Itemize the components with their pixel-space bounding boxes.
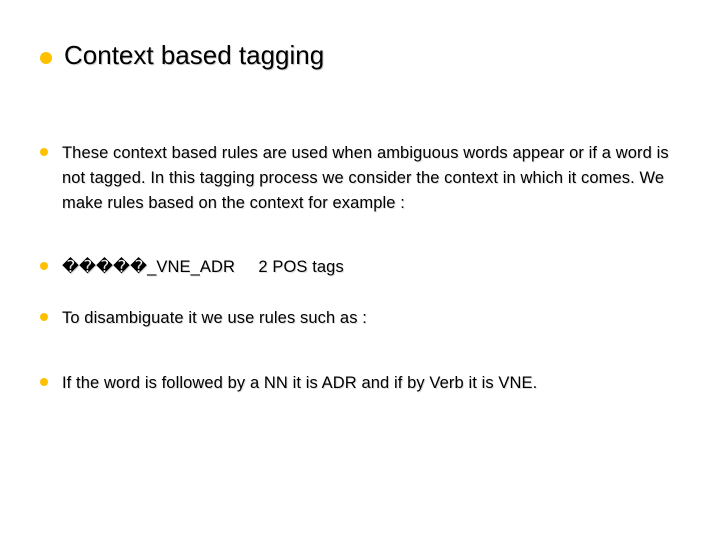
body-bullet-2: To disambiguate it we use rules such as … bbox=[40, 306, 680, 331]
slide: Context based tagging These context base… bbox=[0, 0, 720, 540]
body-text: These context based rules are used when … bbox=[62, 141, 680, 215]
bullet-dot-icon bbox=[40, 52, 52, 64]
bullet-dot-icon bbox=[40, 148, 48, 156]
bullet-dot-icon bbox=[40, 313, 48, 321]
bullet-dot-icon bbox=[40, 378, 48, 386]
body-bullet-1: �����_VNE_ADR 2 POS tags bbox=[40, 255, 680, 280]
slide-title: Context based tagging bbox=[64, 40, 324, 71]
title-row: Context based tagging bbox=[40, 40, 680, 71]
body-bullet-3: If the word is followed by a NN it is AD… bbox=[40, 371, 680, 396]
body-bullet-0: These context based rules are used when … bbox=[40, 141, 680, 215]
bullet-dot-icon bbox=[40, 262, 48, 270]
body-text: �����_VNE_ADR 2 POS tags bbox=[62, 255, 344, 280]
body-text: If the word is followed by a NN it is AD… bbox=[62, 371, 537, 396]
body-text: To disambiguate it we use rules such as … bbox=[62, 306, 367, 331]
